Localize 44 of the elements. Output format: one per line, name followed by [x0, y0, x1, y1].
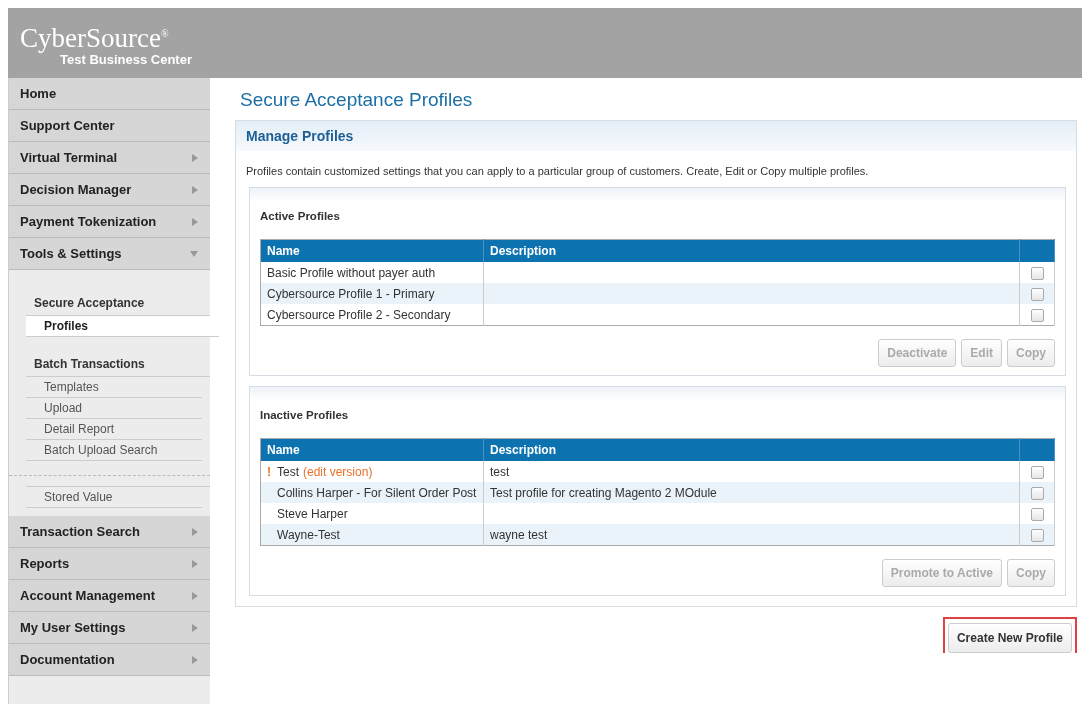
checkbox[interactable]	[1030, 486, 1044, 500]
column-header: Description	[483, 239, 1020, 262]
table-cell: Cybersource Profile 1 - Primary	[260, 283, 484, 304]
nav-item[interactable]: Payment Tokenization	[9, 206, 210, 238]
column-header: Description	[483, 438, 1020, 461]
table-cell: Collins Harper - For Silent Order Post	[260, 482, 484, 503]
submenu-item[interactable]: Upload	[26, 398, 202, 419]
checkbox[interactable]	[1030, 266, 1044, 280]
section-title: Active Profiles	[260, 209, 341, 224]
nav-item[interactable]: Support Center	[9, 110, 210, 142]
table-cell: Wayne-Test	[260, 524, 484, 546]
nav-item[interactable]: Home	[9, 78, 210, 110]
submenu-item[interactable]: Stored Value	[26, 487, 202, 508]
nav-item[interactable]: Tools & Settings	[9, 238, 210, 270]
column-header: Name	[260, 438, 484, 461]
checkbox[interactable]	[1030, 287, 1044, 301]
nav-item[interactable]: My User Settings	[9, 612, 210, 644]
nav-item[interactable]: Reports	[9, 548, 210, 580]
submenu-item[interactable]: Profiles	[26, 316, 219, 337]
table-cell: Test profile for creating Magento 2 MOdule	[483, 482, 1020, 503]
nav-item[interactable]: Account Management	[9, 580, 210, 612]
logo-subtitle: Test Business Center	[60, 51, 192, 67]
table-cell: wayne test	[483, 524, 1020, 546]
table-cell: Cybersource Profile 2 - Secondary	[260, 304, 484, 326]
checkbox[interactable]	[1030, 465, 1044, 479]
submenu-item[interactable]: Templates	[26, 377, 202, 398]
nav-item[interactable]: Documentation	[9, 644, 210, 676]
create-profile-button[interactable]: Create New Profile	[947, 623, 1072, 653]
page-title: Secure Acceptance Profiles	[239, 88, 474, 112]
section-title: Inactive Profiles	[260, 408, 350, 423]
submenu-item[interactable]: Detail Report	[26, 419, 202, 440]
checkbox[interactable]	[1030, 308, 1044, 322]
column-header: Name	[260, 239, 484, 262]
submenu-heading: Batch Transactions	[26, 351, 210, 377]
intro-text: Profiles contain customized settings that you can apply to a particular group of customers. Create, Edit or Copy multiple profiles.	[245, 164, 870, 179]
panel-title: Manage Profiles	[246, 128, 354, 144]
nav-item[interactable]: Virtual Terminal	[9, 142, 210, 174]
nav-item[interactable]: Transaction Search	[9, 516, 210, 548]
registered-mark: ®	[160, 27, 169, 39]
checkbox[interactable]	[1030, 528, 1044, 542]
nav-item[interactable]: Decision Manager	[9, 174, 210, 206]
checkbox[interactable]	[1030, 507, 1044, 521]
logo-text: CyberSource	[20, 22, 161, 53]
submenu-item[interactable]: Batch Upload Search	[26, 440, 202, 461]
